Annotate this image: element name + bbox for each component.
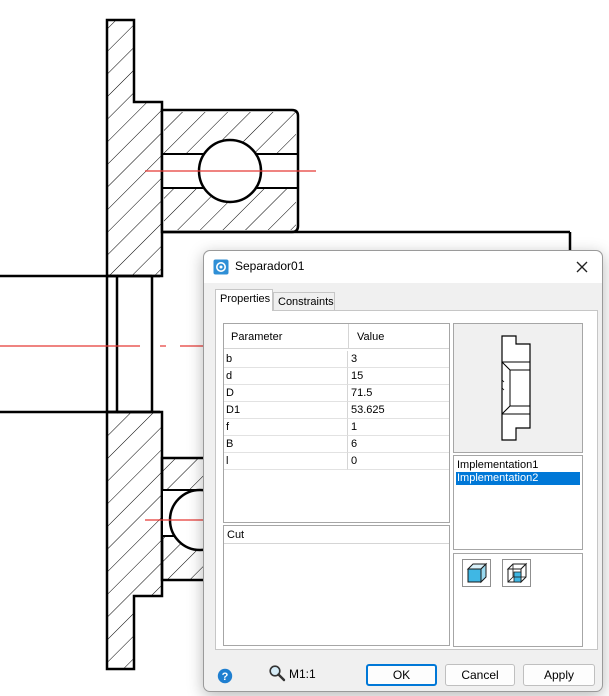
ok-button[interactable]: OK <box>366 664 437 686</box>
table-header: Parameter Value <box>224 324 449 349</box>
svg-text:?: ? <box>222 671 229 683</box>
cancel-button[interactable]: Cancel <box>445 664 515 686</box>
scale-label: M1:1 <box>289 667 316 681</box>
spacer-flange-section <box>105 18 164 671</box>
table-row[interactable]: D1 53.625 <box>224 402 449 419</box>
param-name: D1 <box>224 402 348 419</box>
column-divider[interactable] <box>348 324 349 349</box>
column-header-value[interactable]: Value <box>357 331 384 343</box>
table-row[interactable]: D 71.5 <box>224 385 449 402</box>
param-value[interactable]: 71.5 <box>348 385 449 402</box>
param-name: f <box>224 419 348 436</box>
param-name: l <box>224 453 348 470</box>
param-name: d <box>224 368 348 385</box>
param-name: b <box>224 351 348 368</box>
shaft <box>0 274 160 414</box>
part-icon <box>213 259 229 275</box>
solid-cube-icon <box>466 562 488 584</box>
table-rows: b 3 d 15 D 71.5 D1 53.625 f 1 B 6 l 0 <box>224 351 449 470</box>
table-row[interactable]: f 1 <box>224 419 449 436</box>
table-row[interactable]: l 0 <box>224 453 449 470</box>
list-item-selected[interactable]: Implementation2 <box>456 472 580 485</box>
table-row[interactable]: b 3 <box>224 351 449 368</box>
solid-view-button[interactable] <box>462 559 491 587</box>
table-row[interactable]: d 15 <box>224 368 449 385</box>
param-name: D <box>224 385 348 402</box>
table-row[interactable]: B 6 <box>224 436 449 453</box>
apply-button[interactable]: Apply <box>523 664 595 686</box>
section-cube-icon <box>506 562 528 584</box>
list-item[interactable]: Implementation1 <box>456 459 580 472</box>
component-properties-dialog[interactable]: Separador01 Properties Constraints Param… <box>203 250 603 692</box>
close-icon[interactable] <box>571 256 593 278</box>
view-mode-panel <box>453 553 583 647</box>
param-name: B <box>224 436 348 453</box>
dialog-title: Separador01 <box>235 259 305 273</box>
param-value[interactable]: 1 <box>348 419 449 436</box>
part-preview <box>453 323 583 453</box>
help-icon[interactable]: ? <box>217 668 233 684</box>
spacer-preview-icon <box>501 335 531 441</box>
parameters-table[interactable]: Parameter Value b 3 d 15 D 71.5 D1 53.62… <box>223 323 450 523</box>
dialog-titlebar[interactable]: Separador01 <box>204 251 602 283</box>
magnifier-icon[interactable] <box>268 664 286 682</box>
column-header-parameter[interactable]: Parameter <box>231 331 282 343</box>
param-value[interactable]: 3 <box>348 351 449 368</box>
param-value[interactable]: 15 <box>348 368 449 385</box>
cut-label: Cut <box>224 526 449 544</box>
tab-constraints[interactable]: Constraints <box>273 292 335 311</box>
param-value[interactable]: 6 <box>348 436 449 453</box>
param-value[interactable]: 0 <box>348 453 449 470</box>
param-value[interactable]: 53.625 <box>348 402 449 419</box>
cut-panel[interactable]: Cut <box>223 525 450 646</box>
tab-properties[interactable]: Properties <box>215 289 273 311</box>
bearing-upper-section <box>145 108 316 234</box>
implementation-list[interactable]: Implementation1 Implementation2 <box>453 455 583 550</box>
section-view-button[interactable] <box>502 559 531 587</box>
